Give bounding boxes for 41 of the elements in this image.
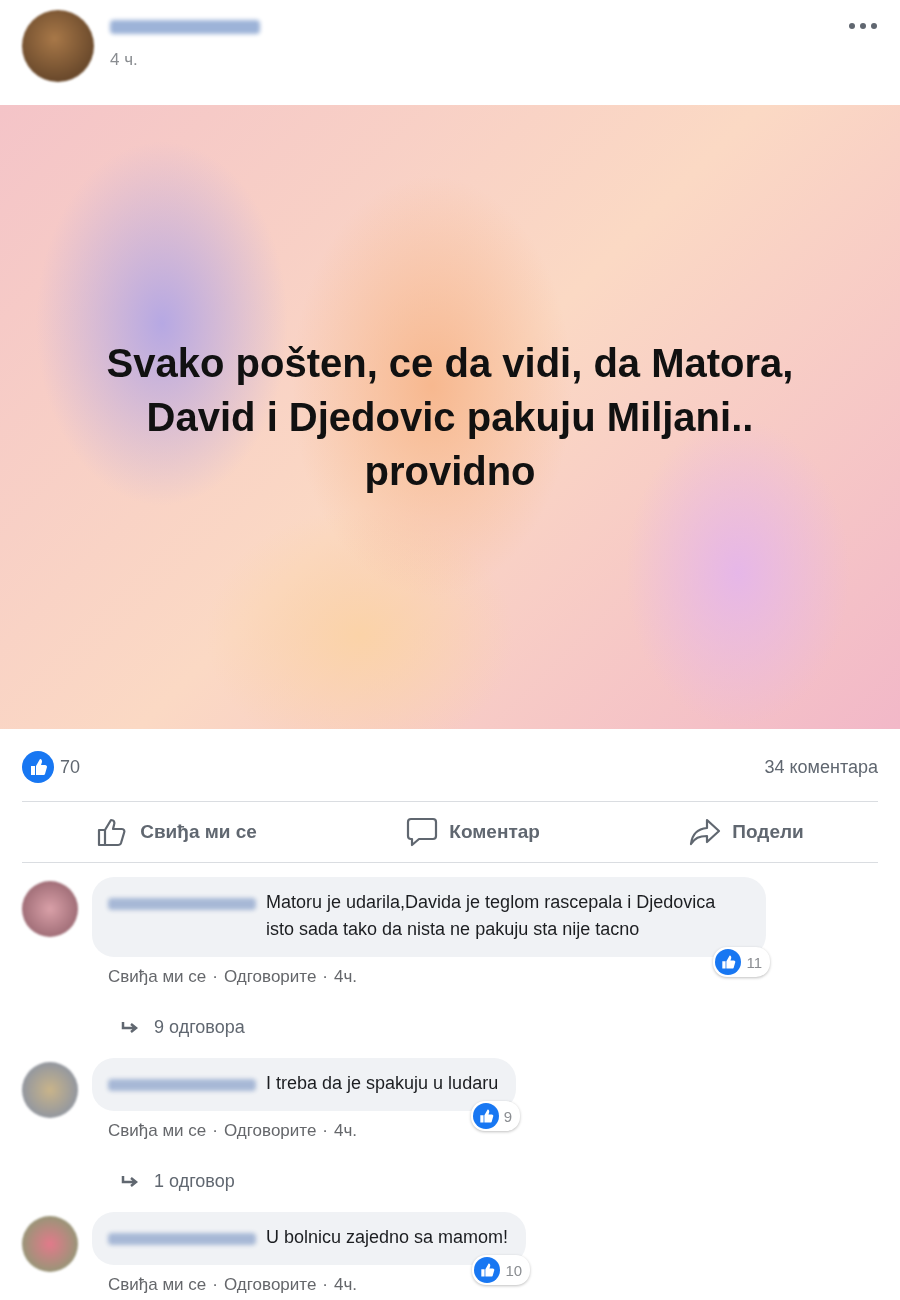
speech-bubble-icon [405,816,440,848]
like-link[interactable]: Свиђа ми се [108,1275,207,1295]
comment-time[interactable]: 4ч. [334,967,358,987]
view-replies-link[interactable]: 1 одговор [92,1141,517,1206]
comment-time[interactable]: 4ч. [334,1275,358,1295]
comment-text: I treba da je spakuju u ludaru [266,1072,499,1095]
comment-text: U bolnicu zajedno sa mamom! [266,1226,509,1249]
separator-dot: · [322,967,328,987]
separator-dot: · [322,1275,328,1295]
like-reaction-icon [472,1103,499,1129]
like-link[interactable]: Свиђа ми се [108,1121,207,1141]
share-button[interactable]: Подели [668,806,824,858]
more-icon[interactable] [848,22,878,30]
like-button[interactable]: Свиђа ми се [76,806,277,858]
reaction-badge[interactable]: 10 [472,1255,531,1285]
reply-arrow-icon [120,1020,140,1035]
reply-link[interactable]: Одговорите [224,1121,317,1141]
avatar[interactable] [22,881,78,937]
like-count[interactable]: 70 [60,756,81,778]
reply-link[interactable]: Одговорите [224,967,317,987]
post-time[interactable]: 4 ч. [110,50,138,70]
share-arrow-icon [688,816,723,848]
like-reaction-icon[interactable] [22,751,54,783]
reply-arrow-icon [120,1174,140,1189]
reply-link[interactable]: Одговорите [224,1275,317,1295]
separator-dot: · [212,1275,218,1295]
reaction-badge[interactable]: 9 [470,1101,521,1131]
post-text: Svako pošten, ce da vidi, da Matora, David i Djedovic pakuju Miljani.. providno [105,340,795,495]
separator-dot: · [322,1121,328,1141]
separator-dot: · [212,967,218,987]
comment-text: Matoru je udarila,Davida je teglom rascepala i Djedovica isto sada tako da nista ne pakuju sta nije tacno [266,891,717,941]
like-link[interactable]: Свиђа ми се [108,967,207,987]
like-reaction-icon [474,1257,501,1283]
avatar[interactable] [22,10,94,82]
reaction-badge[interactable]: 11 [713,947,770,977]
separator-dot: · [212,1121,218,1141]
comment-button[interactable]: Коментар [385,806,560,858]
like-reaction-icon [715,949,742,975]
view-replies-link[interactable]: 9 одговора [92,987,766,1052]
comment-time[interactable]: 4ч. [334,1121,358,1141]
comment-count[interactable]: 34 коментара [764,756,878,778]
